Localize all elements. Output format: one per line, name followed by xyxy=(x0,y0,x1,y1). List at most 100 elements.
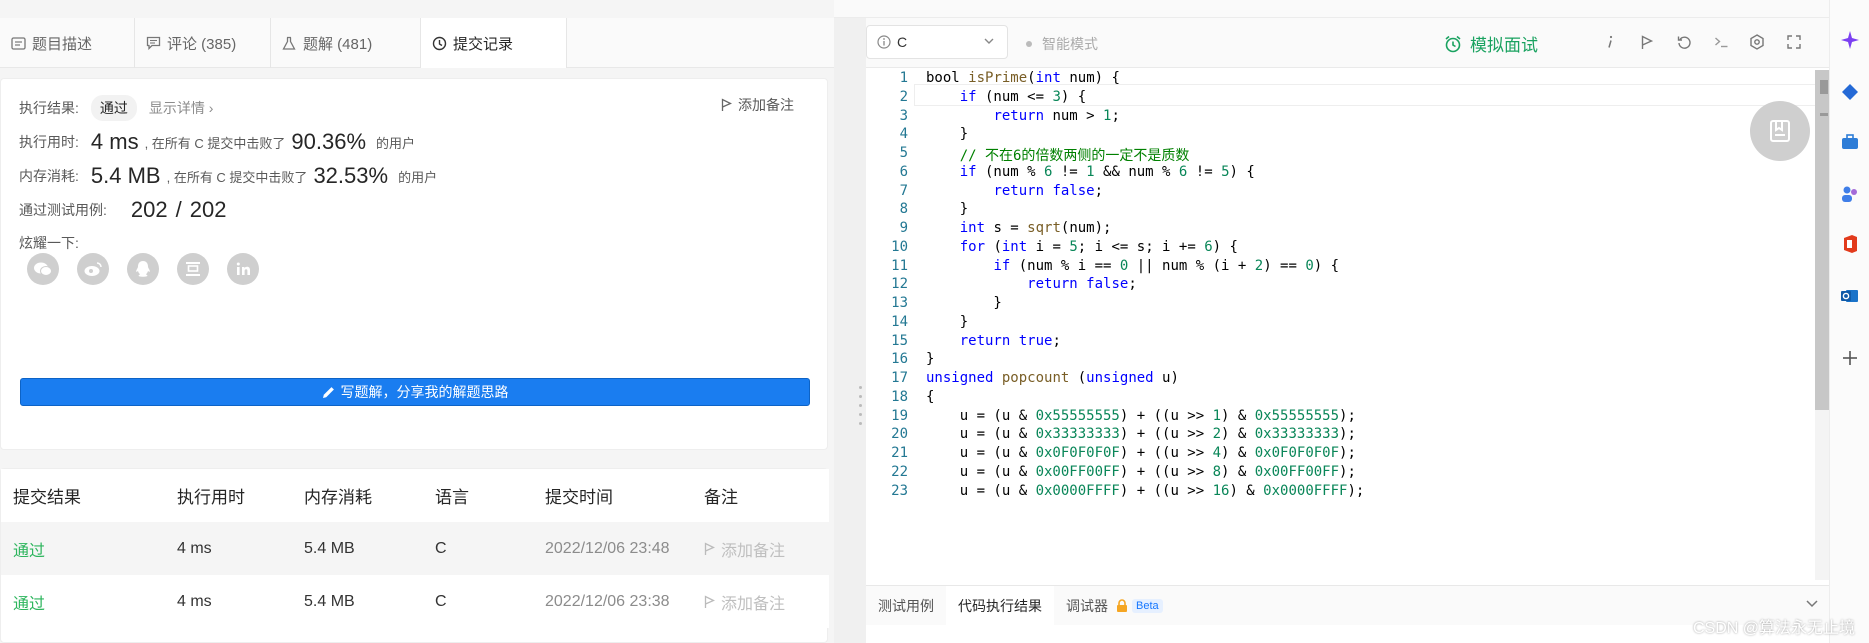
editor-scrollbar[interactable] xyxy=(1815,70,1829,580)
diamond-icon[interactable] xyxy=(1840,82,1860,102)
panel-resize-handle[interactable] xyxy=(858,380,862,440)
row-language: C xyxy=(435,539,447,557)
qq-icon[interactable] xyxy=(127,253,159,285)
scrollbar-thumb[interactable] xyxy=(1815,70,1829,410)
col-runtime: 执行用时 xyxy=(177,488,245,507)
run-flag-icon[interactable] xyxy=(1636,31,1658,53)
smart-mode-toggle[interactable]: 智能模式 xyxy=(1026,34,1098,54)
code-line[interactable]: u = (u & 0x0F0F0F0F) + ((u >> 4) & 0x0F0… xyxy=(926,445,1356,461)
watermark: CSDN @算法永无止境 xyxy=(1692,620,1855,637)
clock-icon xyxy=(431,35,447,51)
code-line[interactable]: if (num % 6 != 1 && num % 6 != 5) { xyxy=(926,164,1255,180)
code-line[interactable]: if (num % i == 0 || num % (i + 2) == 0) … xyxy=(926,258,1339,274)
line-number: 4 xyxy=(899,126,908,143)
line-number: 10 xyxy=(891,238,908,255)
language-select[interactable]: C xyxy=(866,25,1008,59)
runtime-row: 执行用时: 4 ms , 在所有 C 提交中击败了 90.36% 的用户 xyxy=(19,129,415,155)
line-number: 17 xyxy=(891,370,908,386)
code-line[interactable]: return false; xyxy=(926,276,1137,292)
tests-separator: / xyxy=(175,197,182,222)
bookmark-icon xyxy=(1769,119,1791,143)
col-language: 语言 xyxy=(435,488,469,507)
tab-description[interactable]: 题目描述 xyxy=(0,18,135,68)
memory-label: 内存消耗: xyxy=(19,168,79,184)
submission-history-table: 提交结果 执行用时 内存消耗 语言 提交时间 备注 通过 4 ms 5.4 MB… xyxy=(0,468,829,643)
status-label: 执行结果: xyxy=(19,100,79,116)
code-line[interactable]: unsigned popcount (unsigned u) xyxy=(926,370,1179,386)
code-line[interactable]: u = (u & 0x33333333) + ((u >> 2) & 0x333… xyxy=(926,426,1356,442)
line-number: 11 xyxy=(891,257,908,274)
code-line[interactable]: } xyxy=(926,126,968,142)
table-row[interactable]: 通过 4 ms 5.4 MB C 2022/12/06 23:38 添加备注 xyxy=(1,575,829,628)
line-number: 12 xyxy=(891,276,908,293)
tab-solutions[interactable]: 题解 (481) xyxy=(271,18,421,68)
code-line[interactable]: { xyxy=(926,389,934,405)
row-add-note[interactable]: 添加备注 xyxy=(704,537,785,561)
col-submit-time: 提交时间 xyxy=(545,488,613,507)
plus-icon[interactable] xyxy=(1840,348,1860,368)
add-note-label: 添加备注 xyxy=(721,542,786,560)
share-buttons xyxy=(27,253,259,285)
code-line[interactable]: } xyxy=(926,351,934,367)
people-icon[interactable] xyxy=(1840,184,1860,204)
runtime-value: 4 ms xyxy=(90,129,139,154)
row-result[interactable]: 通过 xyxy=(13,537,45,561)
code-line[interactable]: } xyxy=(926,314,968,330)
code-line[interactable]: for (int i = 5; i <= s; i += 6) { xyxy=(926,239,1238,255)
weibo-icon[interactable] xyxy=(77,253,109,285)
code-line[interactable]: return false; xyxy=(926,183,1103,199)
code-line[interactable]: int s = sqrt(num); xyxy=(926,220,1112,236)
douban-icon[interactable] xyxy=(177,253,209,285)
reset-icon[interactable] xyxy=(1673,31,1695,53)
line-number: 5 xyxy=(899,145,908,161)
line-number: 15 xyxy=(891,332,908,349)
tab-comments[interactable]: 评论 (385) xyxy=(135,18,271,68)
chevron-down-icon[interactable] xyxy=(1805,596,1819,613)
code-line[interactable]: } xyxy=(926,201,968,217)
row-result[interactable]: 通过 xyxy=(13,590,45,614)
add-note-button[interactable]: 添加备注 xyxy=(721,95,794,115)
line-number: 2 xyxy=(899,88,908,105)
code-line[interactable]: return true; xyxy=(926,333,1061,349)
info-italic-icon[interactable] xyxy=(1599,31,1621,53)
wechat-icon[interactable] xyxy=(27,253,59,285)
notes-fab-button[interactable] xyxy=(1750,101,1810,161)
code-line[interactable]: // 不在6的倍数两侧的一定不是质数 xyxy=(926,145,1190,165)
tab-run-result[interactable]: 代码执行结果 xyxy=(946,585,1054,626)
office-icon[interactable] xyxy=(1840,234,1860,254)
row-submit-time: 2022/12/06 23:48 xyxy=(545,539,670,557)
code-area[interactable]: 1 bool isPrime(int num) {2 if (num <= 3) … xyxy=(866,70,1816,578)
memory-beat-text: , 在所有 C 提交中击败了 xyxy=(166,169,308,185)
flag-icon xyxy=(721,98,732,112)
problem-panel: 题目描述 评论 (385) 题解 (481) 提交记录 执行结果: 通过 显示详… xyxy=(0,0,834,643)
terminal-icon[interactable] xyxy=(1710,31,1732,53)
line-number: 3 xyxy=(899,107,908,124)
mock-interview-button[interactable]: 模拟面试 xyxy=(1444,31,1538,56)
code-line[interactable]: u = (u & 0x00FF00FF) + ((u >> 8) & 0x00F… xyxy=(926,464,1356,480)
row-add-note[interactable]: 添加备注 xyxy=(704,590,785,614)
col-note: 备注 xyxy=(704,488,738,507)
outlook-icon[interactable] xyxy=(1840,286,1860,306)
code-line[interactable]: } xyxy=(926,295,1001,311)
col-result: 提交结果 xyxy=(13,488,81,507)
col-memory: 内存消耗 xyxy=(304,488,372,507)
linkedin-icon[interactable] xyxy=(227,253,259,285)
line-number: 7 xyxy=(899,182,908,199)
tab-testcase[interactable]: 测试用例 xyxy=(866,586,946,626)
sparkle-icon[interactable] xyxy=(1840,30,1860,50)
status-row: 执行结果: 通过 显示详情 › xyxy=(19,95,213,121)
code-line[interactable]: u = (u & 0x0000FFFF) + ((u >> 16) & 0x00… xyxy=(926,483,1365,499)
code-line[interactable]: return num > 1; xyxy=(926,108,1119,124)
fullscreen-icon[interactable] xyxy=(1783,31,1805,53)
code-line[interactable]: u = (u & 0x55555555) + ((u >> 1) & 0x555… xyxy=(926,408,1356,424)
tab-submissions[interactable]: 提交记录 xyxy=(421,18,567,68)
write-solution-button[interactable]: 写题解，分享我的解题思路 xyxy=(20,378,810,406)
users-suffix: 的用户 xyxy=(398,169,438,185)
tab-label: 提交记录 xyxy=(453,35,514,53)
tab-debugger[interactable]: 调试器 Beta xyxy=(1054,586,1175,626)
table-row[interactable]: 通过 4 ms 5.4 MB C 2022/12/06 23:48 添加备注 xyxy=(1,522,829,575)
settings-icon[interactable] xyxy=(1746,31,1768,53)
details-link[interactable]: 显示详情 › xyxy=(149,98,214,118)
line-number: 22 xyxy=(891,463,908,480)
briefcase-icon[interactable] xyxy=(1840,132,1860,152)
